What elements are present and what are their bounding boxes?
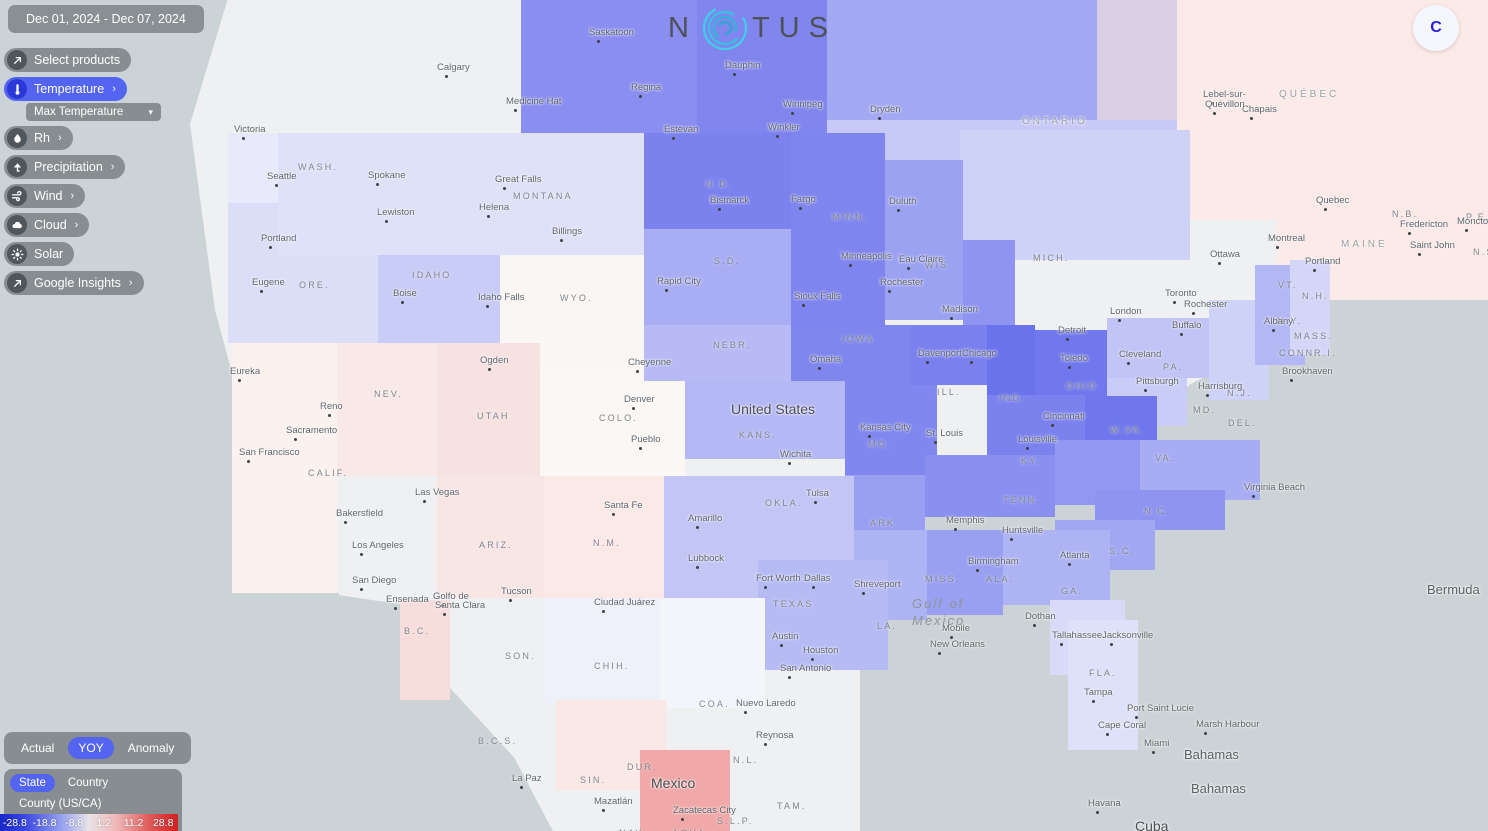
chevron-right-icon: ›: [110, 161, 115, 173]
product-pill-wind[interactable]: Wind ›: [4, 184, 86, 208]
product-pill-google-insights[interactable]: Google Insights ›: [4, 271, 144, 295]
chevron-down-icon: ▾: [148, 106, 153, 117]
droplet-icon: [7, 128, 27, 148]
product-selector-panel: Select products Temperature › Max Temperatu…: [4, 48, 184, 300]
arrow-diagonal-icon: [7, 50, 27, 70]
scope-option-country[interactable]: Country: [59, 774, 117, 792]
chevron-right-icon: ›: [128, 277, 133, 289]
product-row: Select products: [4, 48, 184, 72]
thermometer-icon: [7, 79, 27, 99]
product-pill-precipitation[interactable]: Precipitation ›: [4, 155, 126, 179]
product-row: Solar: [4, 242, 184, 266]
product-pill-rh[interactable]: Rh ›: [4, 126, 73, 150]
product-pill-cloud[interactable]: Cloud ›: [4, 213, 90, 237]
scope-option-county-us-ca[interactable]: County (US/CA): [10, 795, 110, 813]
legend-tick: -8.8: [65, 816, 84, 829]
temperature-unit-toggle[interactable]: C: [1413, 5, 1459, 51]
chevron-right-icon: ›: [70, 190, 75, 202]
product-label: Rh: [34, 131, 50, 145]
product-label: Temperature: [34, 82, 105, 96]
product-pill-select-products[interactable]: Select products: [4, 48, 132, 72]
product-label: Solar: [34, 247, 64, 261]
mode-option-actual[interactable]: Actual: [11, 737, 64, 759]
wind-icon: [7, 186, 27, 206]
product-label: Select products: [34, 53, 121, 67]
weather-map-app: United States Mexico Cuba Bahamas Bahamas Ber…: [0, 0, 1488, 831]
product-row: Cloud ›: [4, 213, 184, 237]
product-label: Wind: [34, 189, 63, 203]
product-row: Temperature › Max Temperature ▾: [4, 77, 184, 121]
cloud-icon: [7, 215, 27, 235]
sun-icon: [7, 244, 27, 264]
date-range-picker[interactable]: Dec 01, 2024 - Dec 07, 2024: [8, 5, 204, 33]
product-label: Precipitation: [34, 160, 103, 174]
product-row: Precipitation ›: [4, 155, 184, 179]
product-label: Google Insights: [34, 276, 121, 290]
product-pill-temperature[interactable]: Temperature ›: [4, 77, 127, 101]
product-pill-solar[interactable]: Solar: [4, 242, 75, 266]
product-row: Wind ›: [4, 184, 184, 208]
product-label: Cloud: [34, 218, 67, 232]
chevron-right-icon: ›: [112, 83, 116, 95]
legend-tick: -28.8: [2, 816, 27, 829]
scope-option-state[interactable]: State: [10, 774, 55, 792]
color-scale-legend: -28.8 -18.8 -8.8 1.2 11.2 28.8: [0, 814, 178, 831]
map-canvas[interactable]: United States Mexico Cuba Bahamas Bahamas Ber…: [0, 0, 1488, 831]
legend-tick: 1.2: [96, 816, 112, 829]
mode-option-yoy[interactable]: YOY: [68, 737, 114, 759]
temperature-metric-select[interactable]: Max Temperature ▾: [26, 103, 161, 121]
legend-tick: 28.8: [152, 816, 174, 829]
select-value: Max Temperature: [34, 106, 124, 118]
legend-tick: -18.8: [32, 816, 57, 829]
legend-tick: 11.2: [123, 816, 144, 829]
chevron-right-icon: ›: [57, 132, 62, 144]
chevron-right-icon: ›: [74, 219, 79, 231]
product-row: Rh ›: [4, 126, 184, 150]
mode-option-anomaly[interactable]: Anomaly: [118, 737, 185, 759]
comparison-mode-toggle: Actual YOY Anomaly: [4, 732, 192, 764]
arrow-diagonal-icon: [7, 273, 27, 293]
rain-icon: [7, 157, 27, 177]
product-row: Google Insights ›: [4, 271, 184, 295]
